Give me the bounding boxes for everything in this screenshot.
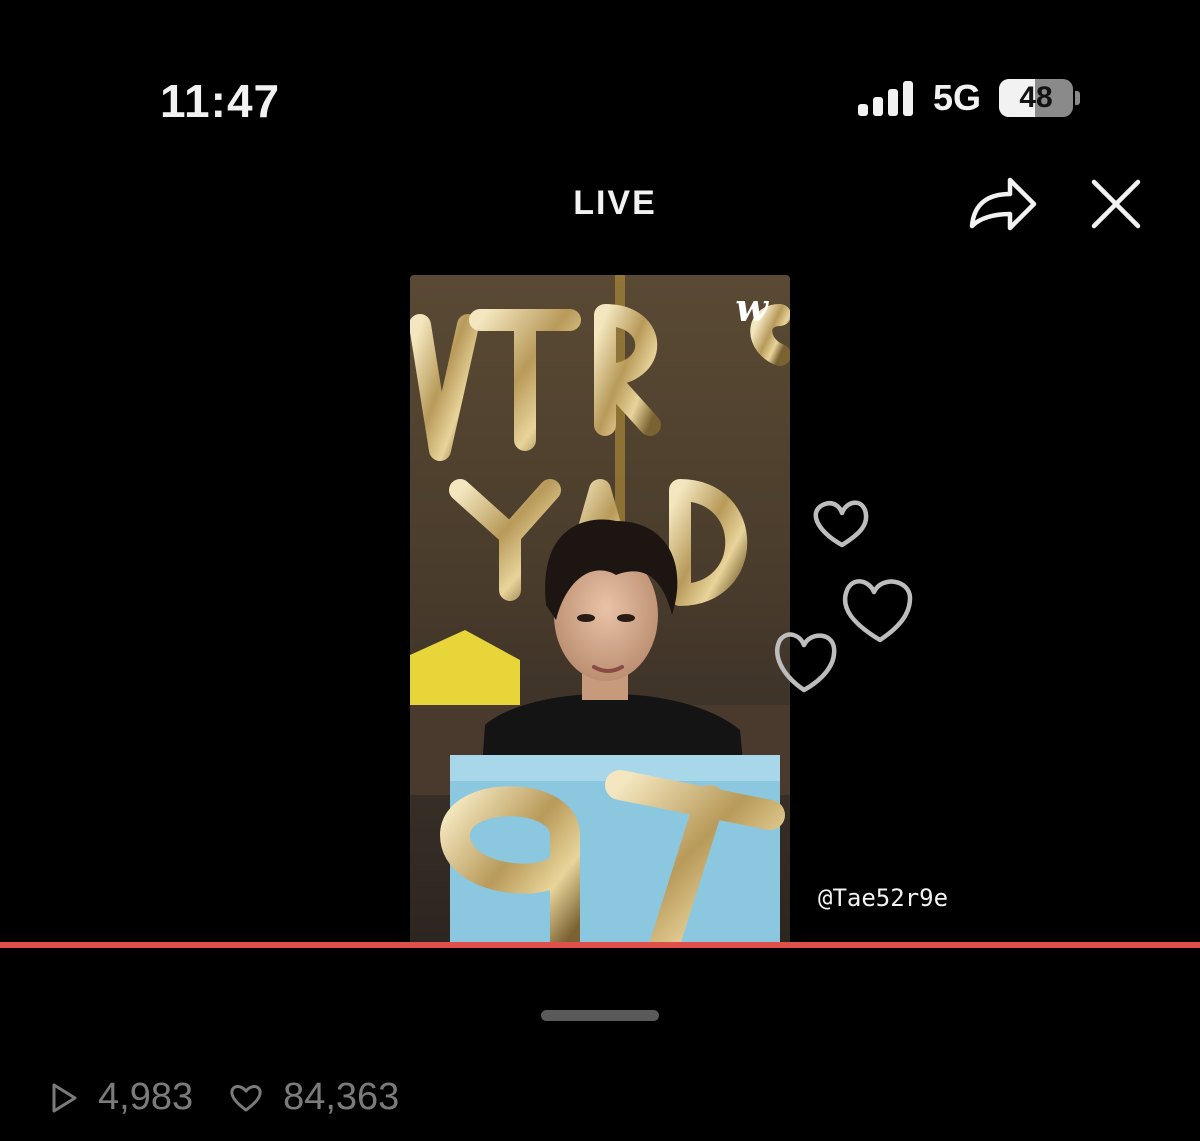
app-logo: w: [735, 285, 768, 330]
heart-outline-icon: [230, 1084, 262, 1111]
watermark: @Tae52r9e: [818, 884, 949, 912]
battery-cap: [1075, 91, 1081, 105]
close-icon[interactable]: [1086, 174, 1146, 234]
drag-handle[interactable]: [541, 1010, 659, 1021]
battery-icon: 48: [999, 79, 1074, 117]
status-time: 11:47: [160, 75, 281, 127]
play-icon: [52, 1083, 77, 1112]
network-type: 5G: [933, 77, 982, 118]
share-icon[interactable]: [966, 172, 1040, 236]
views-stat: 4,983: [50, 1076, 193, 1119]
battery-level: 48: [1019, 81, 1053, 114]
video-scene: [410, 275, 790, 943]
heart-icon: [775, 500, 913, 693]
views-count: 4,983: [98, 1076, 194, 1118]
progress-bar[interactable]: [0, 942, 1200, 948]
live-video[interactable]: w: [410, 275, 790, 943]
signal-icon: [858, 80, 913, 116]
stats-bar: 4,983 84,363: [50, 1076, 399, 1119]
likes-stat: 84,363: [229, 1076, 399, 1119]
status-indicators: 5G 48: [858, 76, 1081, 120]
likes-count: 84,363: [283, 1076, 400, 1118]
